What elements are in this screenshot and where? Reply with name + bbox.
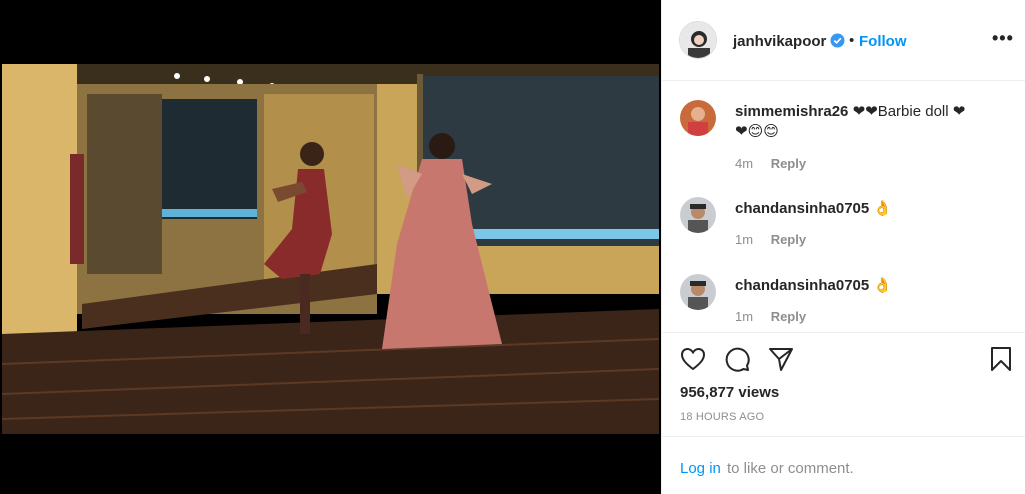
reply-button[interactable]: Reply <box>771 309 806 324</box>
bookmark-icon[interactable] <box>987 345 1015 373</box>
comments-list: simmemishra26 ❤❤Barbie doll ❤ ❤😊😊 4m Rep… <box>662 82 1025 332</box>
post-sidebar: janhvikapoor • Follow ••• simmemishra26 … <box>661 0 1025 494</box>
follow-button[interactable]: Follow <box>859 33 907 50</box>
comment-time: 1m <box>735 309 754 324</box>
commenter-username[interactable]: chandansinha0705 <box>735 200 869 217</box>
comment-text: 👌 <box>873 200 893 217</box>
comment-time: 4m <box>735 156 754 171</box>
comment-text: 👌 <box>873 277 893 294</box>
comment-body: chandansinha0705 👌 <box>735 276 892 294</box>
commenter-avatar[interactable] <box>680 100 716 136</box>
dance-video-still <box>2 64 659 434</box>
comment-text-line2: ❤😊😊 <box>735 123 779 140</box>
comment-meta: 4m Reply <box>735 156 806 171</box>
author-username[interactable]: janhvikapoor <box>733 33 826 50</box>
video-frame[interactable] <box>2 64 659 434</box>
comment-body: chandansinha0705 👌 <box>735 199 892 217</box>
comment-meta: 1m Reply <box>735 232 806 247</box>
reply-button[interactable]: Reply <box>771 156 806 171</box>
commenter-username[interactable]: chandansinha0705 <box>735 277 869 294</box>
commenter-avatar[interactable] <box>680 197 716 233</box>
separator-dot: • <box>849 32 855 49</box>
comment-time: 1m <box>735 232 754 247</box>
comment-body-continued: ❤😊😊 <box>735 122 779 140</box>
comment-meta: 1m Reply <box>735 309 806 324</box>
heart-icon[interactable] <box>679 345 707 373</box>
share-icon[interactable] <box>767 345 795 373</box>
video-player[interactable] <box>0 0 661 494</box>
views-count[interactable]: 956,877 views <box>680 384 779 401</box>
verified-badge-icon <box>830 33 845 48</box>
commenter-avatar[interactable] <box>680 274 716 310</box>
reply-button[interactable]: Reply <box>771 232 806 247</box>
more-options-icon[interactable]: ••• <box>992 28 1014 49</box>
author-avatar[interactable] <box>679 21 717 59</box>
post-actions: 956,877 views 18 HOURS AGO <box>662 332 1025 436</box>
post-time-ago[interactable]: 18 HOURS AGO <box>680 411 764 423</box>
commenter-username[interactable]: simmemishra26 <box>735 103 848 120</box>
comment-icon[interactable] <box>723 345 751 373</box>
login-link[interactable]: Log in <box>680 460 721 477</box>
login-prompt-text: to like or comment. <box>727 460 854 477</box>
post-header: janhvikapoor • Follow ••• <box>662 0 1025 81</box>
comment-body: simmemishra26 ❤❤Barbie doll ❤ <box>735 102 965 120</box>
comment-text: ❤❤Barbie doll ❤ <box>852 103 966 120</box>
login-prompt: Log in to like or comment. <box>662 436 1025 494</box>
